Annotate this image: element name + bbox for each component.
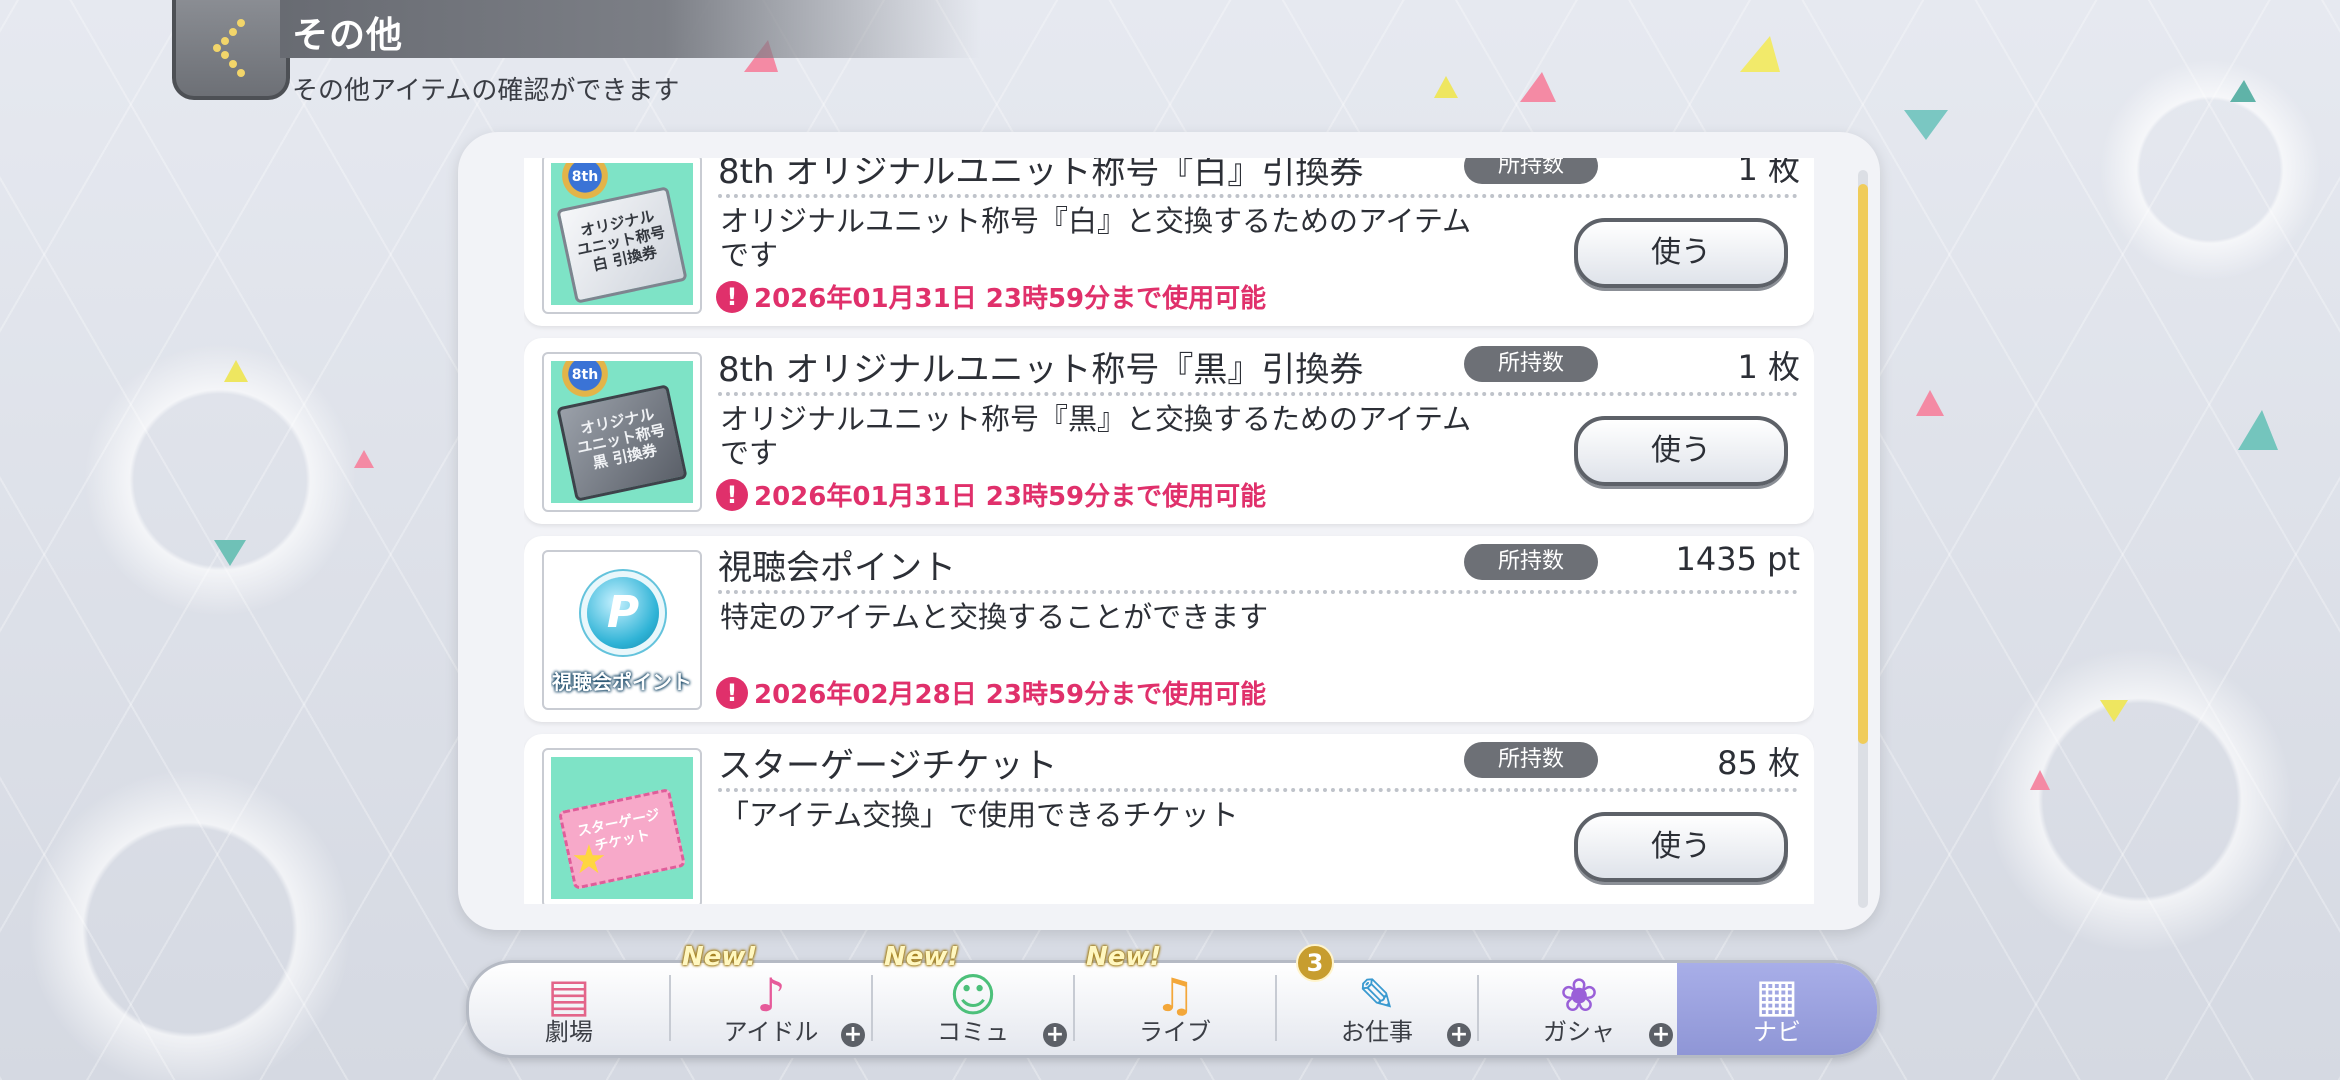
new-badge: New! — [682, 942, 758, 972]
confetti-triangle — [224, 360, 248, 382]
page-title: その他 — [292, 15, 404, 56]
item-description: 特定のアイテムと交換することができます — [720, 600, 1269, 634]
plus-icon: + — [1043, 1023, 1067, 1047]
chevron-left-icon — [213, 19, 245, 77]
item-name: 視聴会ポイント — [718, 548, 956, 588]
back-button[interactable] — [172, 0, 290, 100]
item-deadline: ! 2026年01月31日 23時59分まで使用可能 — [716, 278, 1266, 315]
owned-label: 所持数 — [1464, 544, 1598, 580]
confetti-triangle — [1904, 110, 1948, 140]
use-button[interactable]: 使う — [1574, 218, 1788, 288]
item-count: 1 枚 — [1737, 158, 1800, 188]
decorative-burst — [0, 740, 380, 1080]
scrollbar[interactable] — [1858, 170, 1868, 908]
confetti-triangle — [1434, 76, 1458, 98]
decorative-burst — [2080, 40, 2340, 300]
confetti-triangle — [214, 540, 246, 566]
item-name: 8th オリジナルユニット称号『黒』引換券 — [718, 350, 1364, 390]
page-subtitle: その他アイテムの確認ができます — [292, 76, 680, 106]
confetti-triangle — [1740, 36, 1780, 72]
owned-label: 所持数 — [1464, 158, 1598, 184]
owned-label: 所持数 — [1464, 742, 1598, 778]
item-deadline: ! 2026年02月28日 23時59分まで使用可能 — [716, 674, 1266, 711]
nav-item-gacha[interactable]: ❀ ガシャ + — [1479, 963, 1679, 1055]
confetti-triangle — [1916, 390, 1944, 416]
nav-item-theater[interactable]: ▤ 劇場 — [469, 963, 669, 1055]
item-description: オリジナルユニット称号『黒』と交換するためのアイテムです — [720, 402, 1472, 470]
confetti-triangle — [2238, 410, 2278, 450]
item-count: 85 枚 — [1717, 744, 1800, 782]
item-thumbnail: オリジナル ユニット称号 白 引換券 8th — [542, 158, 702, 314]
divider — [718, 194, 1798, 198]
confetti-triangle — [354, 450, 374, 468]
star-icon: ★ — [571, 837, 607, 883]
confetti-triangle — [2030, 770, 2050, 790]
item-thumbnail: オリジナル ユニット称号 黒 引換券 8th — [542, 352, 702, 512]
item-name: スターゲージチケット — [718, 746, 1058, 786]
item-description: 「アイテム交換」で使用できるチケット — [720, 798, 1239, 832]
point-medal-icon: P — [587, 577, 659, 649]
plus-icon: + — [1447, 1023, 1471, 1047]
list-item: P 視聴会ポイント 視聴会ポイント 所持数 1435 pt 特定のアイテムと交換… — [524, 536, 1814, 722]
new-badge: New! — [1086, 942, 1162, 972]
ticket-icon: オリジナル ユニット称号 黒 引換券 — [556, 384, 688, 502]
list-item: スターゲージ チケット ★ スターゲージチケット 所持数 85 枚 「アイテム交… — [524, 734, 1814, 904]
item-thumbnail: スターゲージ チケット ★ — [542, 748, 702, 904]
confetti-triangle — [1520, 72, 1556, 102]
item-list[interactable]: オリジナル ユニット称号 白 引換券 8th 8th オリジナルユニット称号『白… — [524, 158, 1814, 904]
confetti-triangle — [2100, 700, 2128, 722]
decorative-burst — [60, 320, 380, 640]
deadline-text: 2026年01月31日 23時59分まで使用可能 — [754, 284, 1267, 314]
list-item: オリジナル ユニット称号 白 引換券 8th 8th オリジナルユニット称号『白… — [524, 158, 1814, 326]
nav-item-idol[interactable]: ♪ アイドル + — [671, 963, 871, 1055]
divider — [718, 788, 1798, 792]
divider — [718, 392, 1798, 396]
item-description: オリジナルユニット称号『白』と交換するためのアイテムです — [720, 204, 1472, 272]
item-count: 1435 pt — [1675, 540, 1800, 578]
deadline-text: 2026年02月28日 23時59分まで使用可能 — [754, 680, 1267, 710]
exclamation-icon: ! — [716, 280, 748, 313]
item-count: 1 枚 — [1737, 348, 1800, 386]
nav-item-commu[interactable]: ☺ コミュ + — [873, 963, 1073, 1055]
bottom-nav: ▤ 劇場 ♪ アイドル + ☺ コミュ + ♫ ライブ ✎ お仕事 + ❀ ガシ… — [466, 960, 1880, 1058]
item-thumbnail: P 視聴会ポイント — [542, 550, 702, 710]
item-deadline: ! 2026年01月31日 23時59分まで使用可能 — [716, 476, 1266, 513]
decorative-burst — [1960, 620, 2320, 980]
deadline-text: 2026年01月31日 23時59分まで使用可能 — [754, 482, 1267, 512]
new-badge: New! — [884, 942, 960, 972]
divider — [718, 590, 1798, 594]
owned-label: 所持数 — [1464, 346, 1598, 382]
nav-item-navi[interactable]: ▦ ナビ — [1677, 963, 1877, 1055]
plus-icon: + — [1649, 1023, 1673, 1047]
use-button[interactable]: 使う — [1574, 416, 1788, 486]
use-button[interactable]: 使う — [1574, 812, 1788, 882]
notification-badge: 3 — [1296, 944, 1334, 982]
exclamation-icon: ! — [716, 478, 748, 511]
anniversary-badge: 8th — [557, 163, 613, 199]
anniversary-badge: 8th — [557, 361, 613, 397]
item-name: 8th オリジナルユニット称号『白』引換券 — [718, 158, 1364, 192]
scrollbar-thumb[interactable] — [1858, 184, 1868, 744]
plus-icon: + — [841, 1023, 865, 1047]
nav-item-live[interactable]: ♫ ライブ — [1075, 963, 1275, 1055]
list-item: オリジナル ユニット称号 黒 引換券 8th 8th オリジナルユニット称号『黒… — [524, 338, 1814, 524]
confetti-triangle — [2230, 80, 2256, 102]
exclamation-icon: ! — [716, 676, 748, 709]
ticket-icon: オリジナル ユニット称号 白 引換券 — [556, 186, 688, 304]
